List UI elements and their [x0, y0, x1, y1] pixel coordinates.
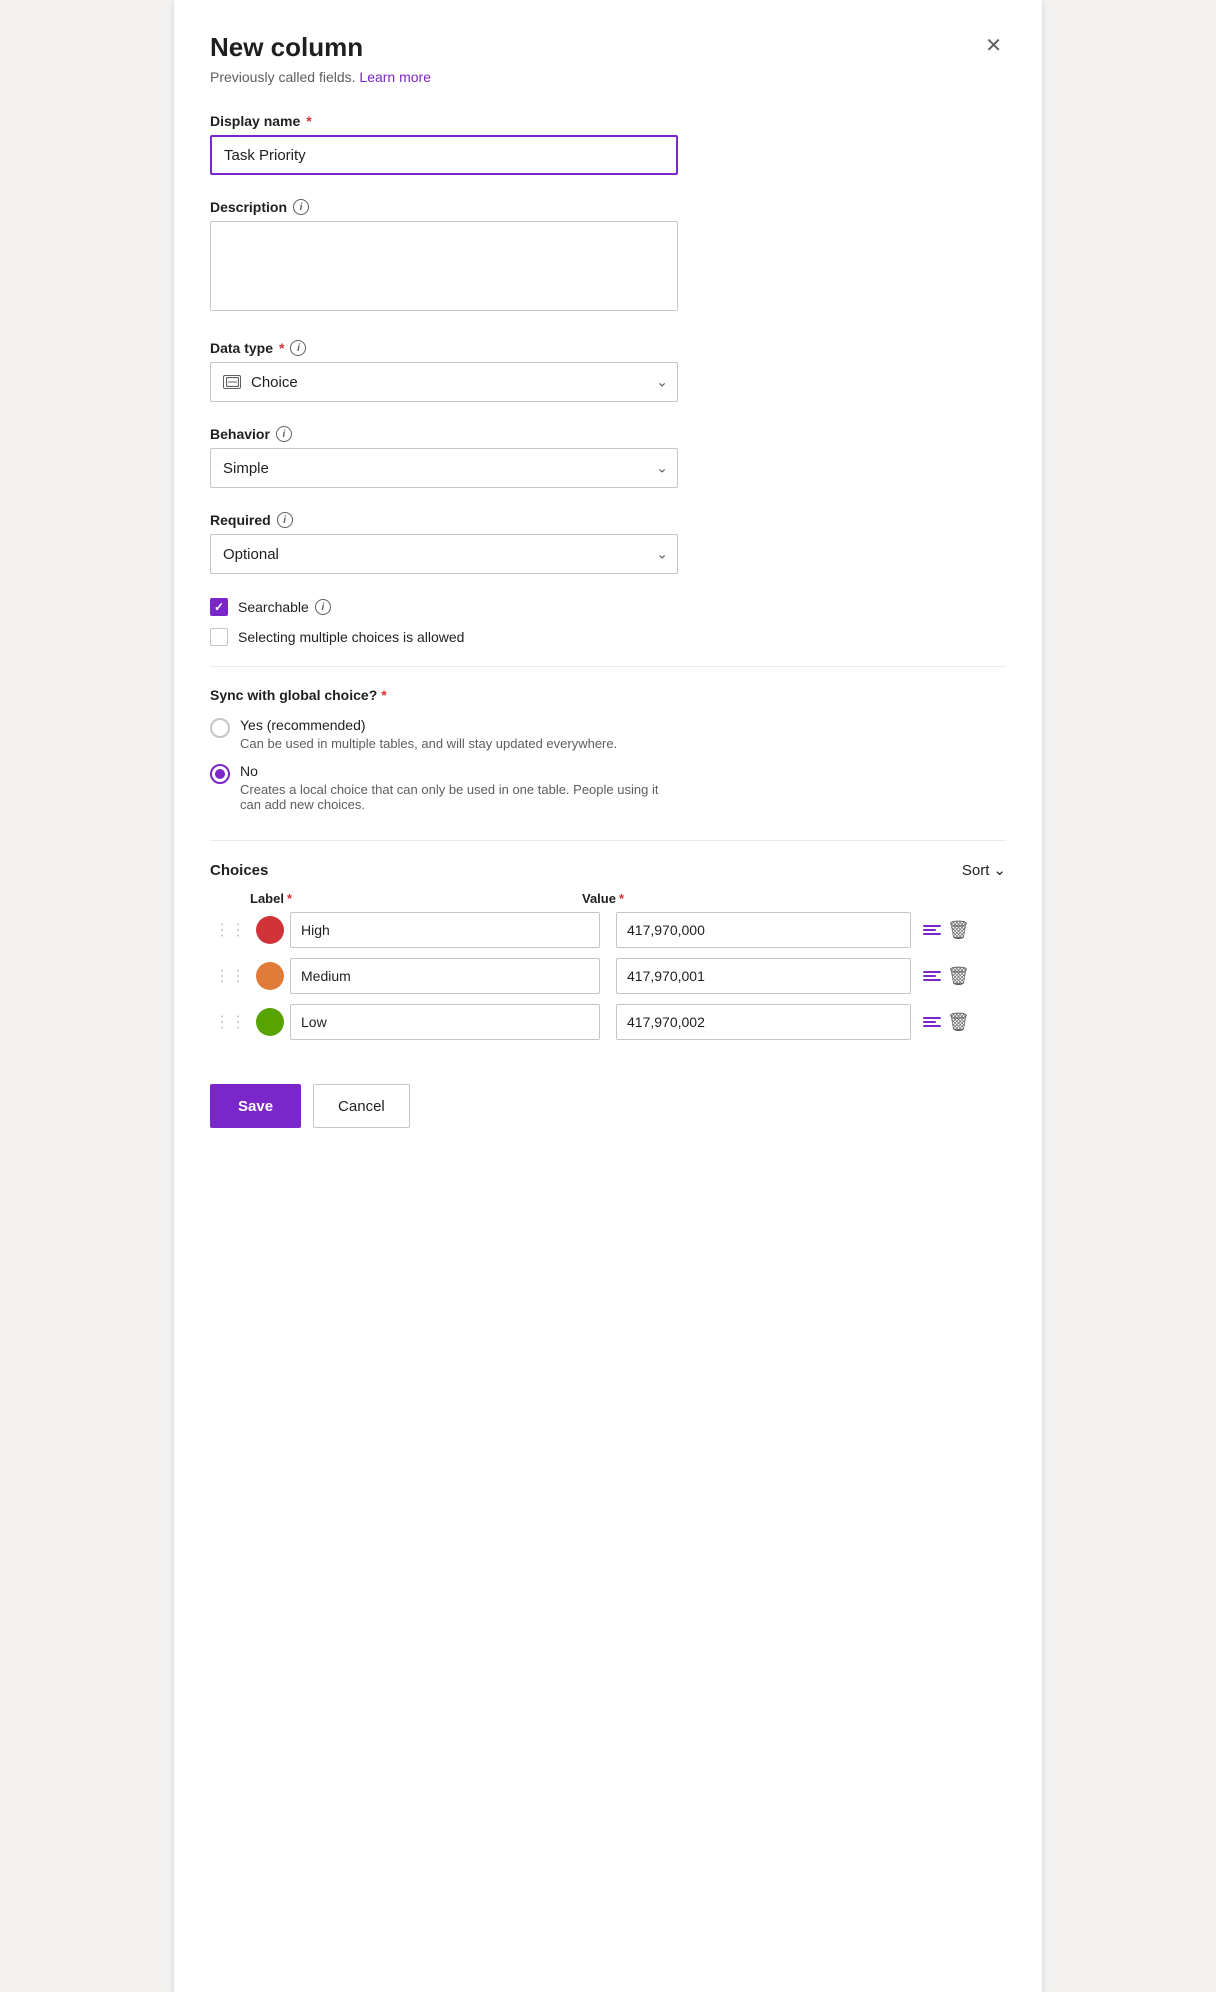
- sync-no-content: No Creates a local choice that can only …: [240, 763, 660, 812]
- required-star: *: [306, 113, 311, 129]
- adjust-icon[interactable]: [923, 925, 941, 935]
- searchable-row: Searchable i: [210, 598, 1006, 616]
- behavior-label: Behavior i: [210, 426, 1006, 442]
- row-actions: 🗑: [923, 1010, 972, 1035]
- required-field-label: Required i: [210, 512, 1006, 528]
- required-select[interactable]: Optional ⌄: [210, 534, 678, 574]
- display-name-group: Display name *: [210, 113, 1006, 175]
- choice-value-input[interactable]: [616, 912, 911, 948]
- panel-subtitle: Previously called fields. Learn more: [210, 69, 1006, 85]
- color-swatch[interactable]: [256, 1008, 284, 1036]
- sort-button[interactable]: Sort ⌄: [962, 861, 1006, 879]
- sync-global-label: Sync with global choice? *: [210, 687, 1006, 703]
- multiple-choices-checkbox[interactable]: [210, 628, 228, 646]
- choice-label-input[interactable]: [290, 1004, 600, 1040]
- learn-more-link[interactable]: Learn more: [359, 69, 431, 85]
- panel-header: New column ✕: [210, 32, 1006, 63]
- divider-2: [210, 840, 1006, 841]
- data-type-required-star: *: [279, 340, 284, 356]
- sync-yes-content: Yes (recommended) Can be used in multipl…: [240, 717, 617, 751]
- drag-handle-icon[interactable]: ⋮⋮: [210, 1012, 250, 1032]
- choices-section: Choices Sort ⌄ Label * Value * ⋮⋮: [210, 861, 1006, 1040]
- table-row: ⋮⋮ 🗑: [210, 912, 1006, 948]
- sync-yes-option: Yes (recommended) Can be used in multipl…: [210, 717, 1006, 751]
- table-row: ⋮⋮ 🗑: [210, 958, 1006, 994]
- display-name-input[interactable]: [210, 135, 678, 175]
- save-button[interactable]: Save: [210, 1084, 301, 1128]
- sync-no-option: No Creates a local choice that can only …: [210, 763, 1006, 812]
- multiple-choices-label: Selecting multiple choices is allowed: [238, 629, 464, 645]
- description-label: Description i: [210, 199, 1006, 215]
- delete-icon[interactable]: 🗑: [945, 1010, 972, 1035]
- sync-radio-group: Yes (recommended) Can be used in multipl…: [210, 717, 1006, 812]
- choices-rows: ⋮⋮ 🗑 ⋮⋮: [210, 912, 1006, 1040]
- divider-1: [210, 666, 1006, 667]
- searchable-label: Searchable i: [238, 599, 331, 615]
- searchable-info-icon: i: [315, 599, 331, 615]
- label-col-required: *: [287, 891, 292, 906]
- behavior-info-icon: i: [276, 426, 292, 442]
- color-swatch[interactable]: [256, 916, 284, 944]
- behavior-group: Behavior i Simple ⌄: [210, 426, 1006, 488]
- delete-icon[interactable]: 🗑: [945, 918, 972, 943]
- color-swatch[interactable]: [256, 962, 284, 990]
- behavior-display[interactable]: Simple: [210, 448, 678, 488]
- sync-global-group: Sync with global choice? * Yes (recommen…: [210, 687, 1006, 812]
- adjust-icon[interactable]: [923, 971, 941, 981]
- choice-value-input[interactable]: [616, 1004, 911, 1040]
- description-input[interactable]: [210, 221, 678, 311]
- data-type-display[interactable]: Choice: [210, 362, 678, 402]
- footer: Save Cancel: [210, 1076, 1006, 1128]
- required-display[interactable]: Optional: [210, 534, 678, 574]
- sync-yes-radio[interactable]: [210, 718, 230, 738]
- choices-header: Choices Sort ⌄: [210, 861, 1006, 879]
- drag-handle-icon[interactable]: ⋮⋮: [210, 920, 250, 940]
- choices-col-headers: Label * Value *: [210, 891, 1006, 912]
- cancel-button[interactable]: Cancel: [313, 1084, 410, 1128]
- choice-value-input[interactable]: [616, 958, 911, 994]
- data-type-info-icon: i: [290, 340, 306, 356]
- panel-title: New column: [210, 32, 363, 63]
- value-col-required: *: [619, 891, 624, 906]
- drag-handle-icon[interactable]: ⋮⋮: [210, 966, 250, 986]
- choice-label-input[interactable]: [290, 912, 600, 948]
- adjust-icon[interactable]: [923, 1017, 941, 1027]
- description-info-icon: i: [293, 199, 309, 215]
- choice-type-icon: [223, 375, 241, 389]
- table-row: ⋮⋮ 🗑: [210, 1004, 1006, 1040]
- data-type-select[interactable]: Choice ⌄: [210, 362, 678, 402]
- description-group: Description i: [210, 199, 1006, 316]
- new-column-panel: New column ✕ Previously called fields. L…: [174, 0, 1042, 1992]
- data-type-label: Data type * i: [210, 340, 1006, 356]
- multiple-choices-row: Selecting multiple choices is allowed: [210, 628, 1006, 646]
- delete-icon[interactable]: 🗑: [945, 964, 972, 989]
- row-actions: 🗑: [923, 964, 972, 989]
- searchable-checkbox[interactable]: [210, 598, 228, 616]
- required-field-group: Required i Optional ⌄: [210, 512, 1006, 574]
- display-name-label: Display name *: [210, 113, 1006, 129]
- close-icon[interactable]: ✕: [981, 32, 1006, 60]
- data-type-group: Data type * i Choice ⌄: [210, 340, 1006, 402]
- value-col-header: Value *: [582, 891, 882, 906]
- row-actions: 🗑: [923, 918, 972, 943]
- required-info-icon: i: [277, 512, 293, 528]
- label-col-header: Label *: [250, 891, 570, 906]
- sort-chevron-icon: ⌄: [993, 861, 1006, 879]
- choice-label-input[interactable]: [290, 958, 600, 994]
- sync-no-radio[interactable]: [210, 764, 230, 784]
- sync-required-star: *: [381, 687, 386, 703]
- behavior-select[interactable]: Simple ⌄: [210, 448, 678, 488]
